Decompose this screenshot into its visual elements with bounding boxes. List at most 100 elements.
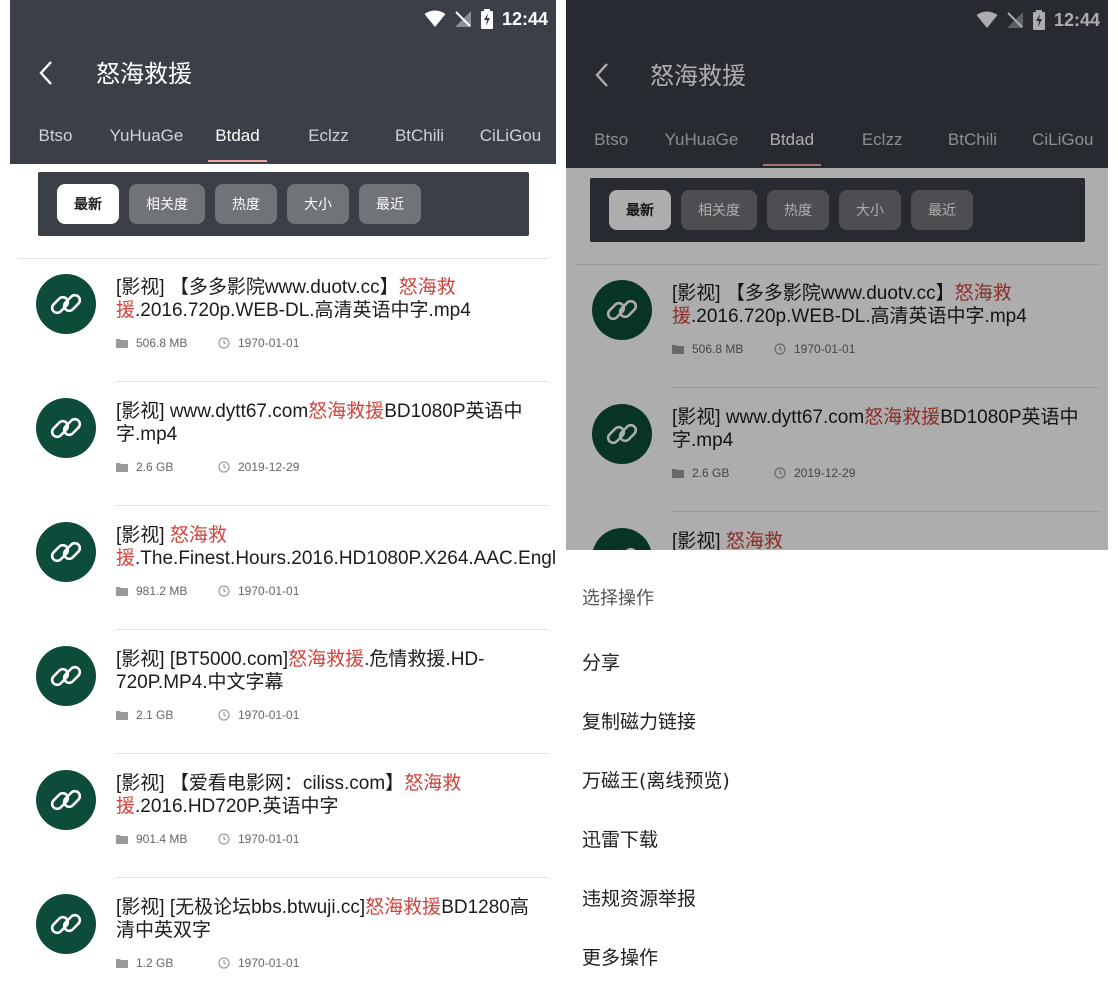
result-title-prefix: [影视] [无极论坛bbs.btwuji.cc] — [116, 897, 366, 918]
clock-icon — [218, 461, 230, 473]
link-icon — [50, 293, 82, 315]
result-title-prefix: [影视] — [116, 525, 170, 546]
status-time: 12:44 — [1053, 9, 1100, 30]
no-signal-icon — [454, 11, 471, 27]
result-title-suffix: .The.Finest.Hours.2016.HD1080P.X264.AAC.… — [135, 548, 556, 569]
file-size-value: 981.2 MB — [136, 584, 188, 598]
result-title-suffix: .2016.720p.WEB-DL.高清英语中字.mp4 — [691, 306, 1027, 327]
wancizhiwang-preview-action[interactable]: 万磁王(离线预览) — [582, 766, 730, 793]
tab-eclzz[interactable]: Eclzz — [837, 112, 927, 168]
sort-relevance-chip[interactable]: 相关度 — [681, 190, 757, 230]
folder-icon — [116, 835, 128, 844]
back-arrow-icon[interactable] — [32, 58, 62, 88]
tab-yuhuage[interactable]: YuHuaGe — [101, 108, 192, 164]
tab-yuhuage[interactable]: YuHuaGe — [656, 112, 746, 168]
file-size: 506.8 MB — [116, 336, 196, 350]
result-item[interactable]: [影视] [BT5000.com]怒海救援.危情救援.HD-720P.MP4.中… — [10, 630, 556, 754]
result-meta: 2.6 GB 2019-12-29 — [116, 460, 299, 474]
page-title: 怒海救援 — [650, 62, 746, 90]
tab-eclzz[interactable]: Eclzz — [283, 108, 374, 164]
sort-popularity-chip[interactable]: 热度 — [215, 184, 277, 224]
result-item[interactable]: [影视] 【爱看电影网：ciliss.com】怒海救援.2016.HD720P.… — [10, 754, 556, 878]
link-icon — [606, 299, 638, 321]
no-signal-icon — [1006, 12, 1023, 28]
battery-charging-icon — [1032, 10, 1045, 30]
result-item[interactable]: [影视] 【多多影院www.duotv.cc】怒海救援.2016.720p.WE… — [10, 258, 556, 382]
report-violation-action[interactable]: 违规资源举报 — [582, 884, 696, 911]
folder-icon — [116, 587, 128, 596]
result-title-prefix: [影视] 【多多影院www.duotv.cc】 — [116, 277, 399, 298]
result-meta: 1.2 GB 1970-01-01 — [116, 956, 299, 970]
result-title-prefix: [影视] 【爱看电影网：ciliss.com】 — [116, 773, 405, 794]
result-title-prefix: [影视] — [672, 531, 726, 552]
clock-icon — [218, 585, 230, 597]
result-item[interactable]: [影视] 【多多影院www.duotv.cc】怒海救援.2016.720p.WE… — [566, 264, 1108, 388]
file-size-value: 1.2 GB — [136, 956, 174, 970]
page-title: 怒海救援 — [96, 60, 192, 88]
copy-magnet-link-action[interactable]: 复制磁力链接 — [582, 707, 696, 734]
more-actions-action[interactable]: 更多操作 — [582, 943, 658, 970]
result-title-keyword: 怒海救援 — [308, 401, 385, 422]
result-item[interactable]: [影视] www.dytt67.com怒海救援BD1080P英语中字.mp4 2.… — [10, 382, 556, 506]
sort-relevance-chip[interactable]: 相关度 — [129, 184, 205, 224]
file-size-value: 2.6 GB — [136, 460, 174, 474]
file-date-value: 1970-01-01 — [794, 342, 856, 356]
result-item[interactable]: [影视] [无极论坛bbs.btwuji.cc]怒海救援BD1280高清中英双字… — [10, 878, 556, 991]
result-item[interactable]: [影视] www.dytt67.com怒海救援BD1080P英语中字.mp4 2.… — [566, 388, 1108, 512]
sort-recent-chip[interactable]: 最近 — [359, 184, 421, 224]
magnet-link-avatar — [36, 398, 96, 458]
wifi-icon — [424, 10, 446, 27]
file-date: 1970-01-01 — [218, 956, 299, 970]
tab-ciligou[interactable]: CiLiGou — [1018, 112, 1108, 168]
link-icon — [50, 913, 82, 935]
result-title: [影视] 【爱看电影网：ciliss.com】怒海救援.2016.HD720P.… — [116, 772, 546, 818]
tab-btso[interactable]: Btso — [10, 108, 101, 164]
file-date: 2019-12-29 — [218, 460, 299, 474]
share-action[interactable]: 分享 — [582, 648, 620, 675]
back-arrow-icon[interactable] — [588, 60, 618, 90]
result-title: [影视] www.dytt67.com怒海救援BD1080P英语中字.mp4 — [672, 406, 1098, 452]
magnet-link-avatar — [36, 274, 96, 334]
result-title-prefix: [影视] [BT5000.com] — [116, 649, 289, 670]
sort-size-chip[interactable]: 大小 — [839, 190, 901, 230]
battery-charging-icon — [480, 9, 493, 29]
magnet-link-avatar — [36, 894, 96, 954]
sort-popularity-chip[interactable]: 热度 — [767, 190, 829, 230]
folder-icon — [116, 339, 128, 348]
clock-icon — [774, 467, 786, 479]
file-size-value: 506.8 MB — [692, 342, 744, 356]
folder-icon — [116, 463, 128, 472]
tab-ciligou[interactable]: CiLiGou — [465, 108, 556, 164]
result-meta: 981.2 MB 1970-01-01 — [116, 584, 299, 598]
result-title: [影视] www.dytt67.com怒海救援BD1080P英语中字.mp4 — [116, 400, 546, 446]
link-icon — [50, 417, 82, 439]
file-size: 981.2 MB — [116, 584, 196, 598]
file-size: 2.1 GB — [116, 708, 196, 722]
sort-filter-bar: 最新 相关度 热度 大小 最近 — [38, 172, 529, 236]
file-date: 1970-01-01 — [218, 584, 299, 598]
result-item[interactable]: [影视] 怒海救援.The.Finest.Hours.2016.HD1080P.… — [10, 506, 556, 630]
clock-icon — [774, 343, 786, 355]
screen-left: 12:44 怒海救援 Btso YuHuaGe Btdad Eclzz BtCh… — [10, 0, 556, 991]
file-size: 2.6 GB — [672, 466, 752, 480]
result-meta: 2.6 GB 2019-12-29 — [672, 466, 855, 480]
result-meta: 506.8 MB 1970-01-01 — [116, 336, 299, 350]
tab-btso[interactable]: Btso — [566, 112, 656, 168]
xunlei-download-action[interactable]: 迅雷下载 — [582, 825, 658, 852]
result-title: [影视] 【多多影院www.duotv.cc】怒海救援.2016.720p.WE… — [116, 276, 546, 322]
file-date-value: 1970-01-01 — [238, 584, 300, 598]
sort-size-chip[interactable]: 大小 — [287, 184, 349, 224]
folder-icon — [672, 469, 684, 478]
sort-newest-chip[interactable]: 最新 — [57, 184, 119, 224]
sort-recent-chip[interactable]: 最近 — [911, 190, 973, 230]
tab-btdad[interactable]: Btdad — [747, 112, 837, 168]
action-sheet-title: 选择操作 — [582, 588, 654, 609]
clock-icon — [218, 833, 230, 845]
tab-btchili[interactable]: BtChili — [927, 112, 1017, 168]
tab-btdad[interactable]: Btdad — [192, 108, 283, 164]
file-size-value: 506.8 MB — [136, 336, 188, 350]
sort-newest-chip[interactable]: 最新 — [609, 190, 671, 230]
tab-btchili[interactable]: BtChili — [374, 108, 465, 164]
folder-icon — [116, 959, 128, 968]
result-list: [影视] 【多多影院www.duotv.cc】怒海救援 .2016.720p.WE… — [10, 258, 556, 991]
